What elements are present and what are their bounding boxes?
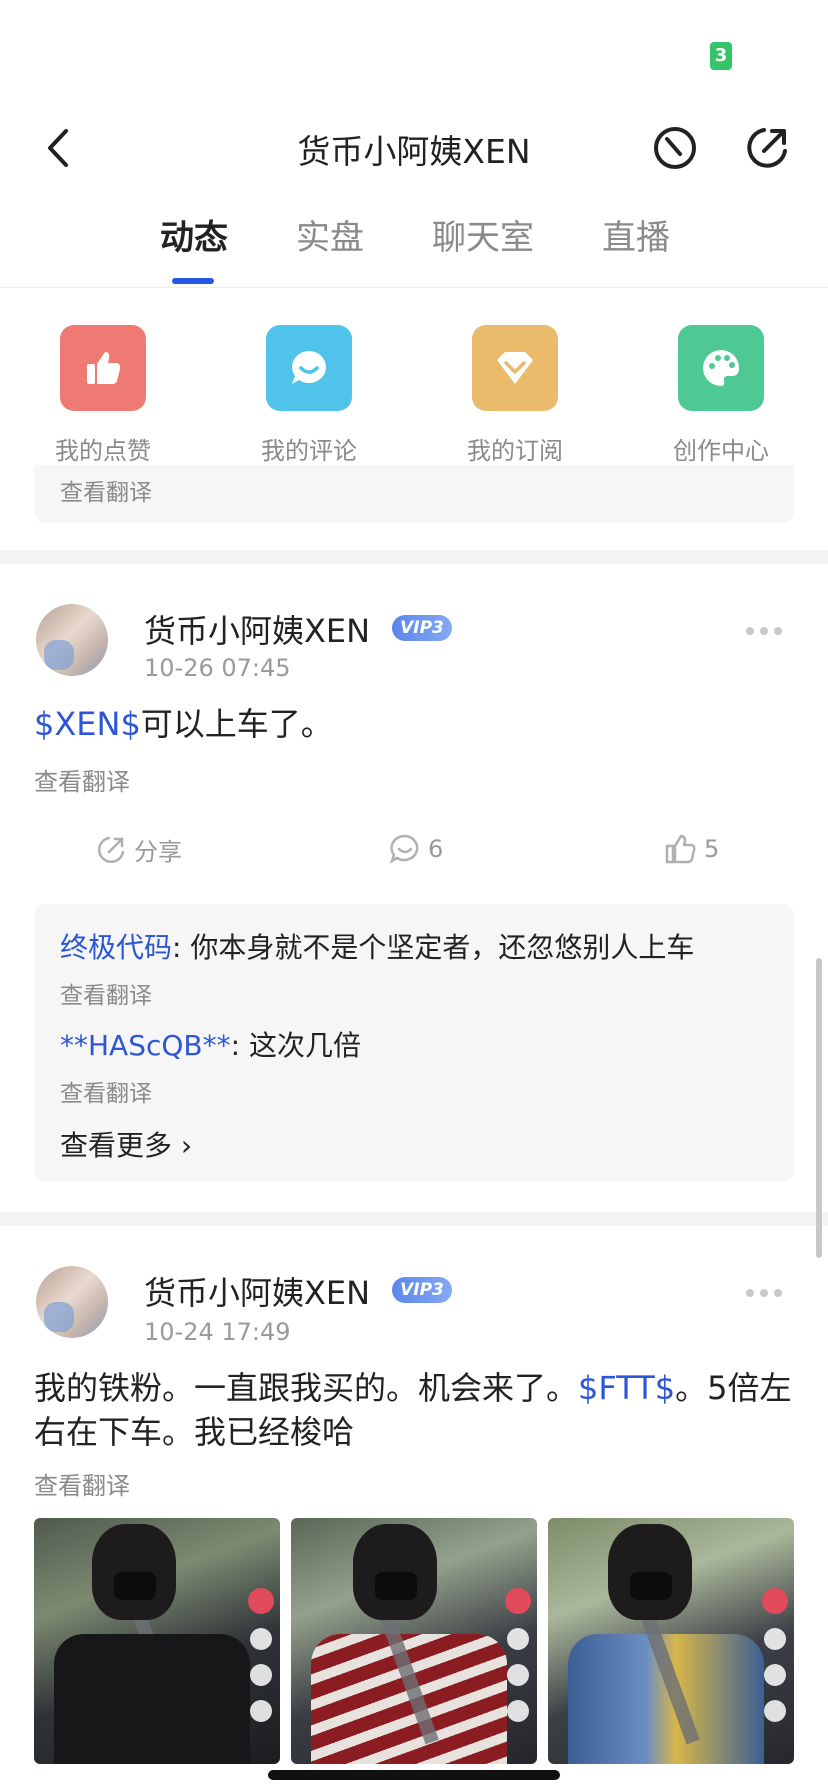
photo-thumbnail[interactable] — [548, 1518, 794, 1764]
comments-box: 终极代码: 你本身就不是个坚定者，还忽悠别人上车 查看翻译 **HAScQB**… — [34, 904, 794, 1182]
comment-user[interactable]: 终极代码 — [60, 931, 172, 964]
tab-bar: 动态 实盘 聊天室 直播 — [0, 210, 828, 288]
translate-link[interactable]: 查看翻译 — [34, 1466, 130, 1501]
nav-bar: 货币小阿姨XEN — [0, 105, 828, 191]
more-options-icon[interactable] — [746, 620, 788, 635]
chat-bubble-icon — [266, 325, 352, 411]
avatar[interactable] — [36, 604, 108, 676]
my-subscriptions-label: 我的订阅 — [467, 437, 563, 465]
avatar[interactable] — [36, 1266, 108, 1338]
post-divider — [0, 550, 828, 564]
ticker-link[interactable]: $XEN$ — [34, 705, 141, 743]
creator-center-label: 创作中心 — [673, 437, 769, 465]
share-icon[interactable] — [742, 123, 792, 173]
status-bar: 3 — [0, 0, 828, 90]
my-subscriptions-button[interactable]: 我的订阅 — [440, 325, 590, 466]
comment-button[interactable]: 6 — [388, 832, 443, 866]
share-button[interactable]: 分享 — [94, 832, 182, 867]
like-count: 5 — [704, 835, 720, 863]
thumbs-up-icon — [60, 325, 146, 411]
post-time: 10-26 07:45 — [144, 654, 291, 682]
tab-livestream[interactable]: 直播 — [602, 210, 670, 259]
previous-comment-box: 查看翻译 — [34, 465, 794, 523]
post-content: 我的铁粉。一直跟我买的。机会来了。$FTT$。5倍左右在下车。我已经梭哈 — [34, 1366, 792, 1454]
photo-thumbnail[interactable] — [34, 1518, 280, 1764]
post-text: 可以上车了。 — [140, 705, 333, 743]
comment-item[interactable]: **HAScQB**: 这次几倍 — [60, 1024, 361, 1064]
comment-count: 6 — [428, 835, 444, 863]
photo-grid — [34, 1518, 794, 1764]
like-button[interactable]: 5 — [664, 832, 719, 866]
my-likes-label: 我的点赞 — [55, 437, 151, 465]
vip-badge: VIP3 — [392, 1277, 452, 1303]
tab-live-trading[interactable]: 实盘 — [296, 210, 364, 259]
post-content: $XEN$可以上车了。 — [34, 702, 792, 746]
chevron-right-icon: › — [180, 1129, 193, 1162]
translate-link[interactable]: 查看翻译 — [34, 762, 130, 797]
diamond-icon — [472, 325, 558, 411]
my-comments-button[interactable]: 我的评论 — [234, 325, 384, 466]
comment-text: : 你本身就不是个坚定者，还忽悠别人上车 — [172, 931, 695, 964]
translate-link[interactable]: 查看翻译 — [60, 976, 152, 1010]
comment-icon — [389, 834, 419, 864]
post-author[interactable]: 货币小阿姨XEN — [144, 606, 370, 652]
post-actions: 分享 6 5 — [0, 832, 828, 882]
photo-thumbnail[interactable] — [291, 1518, 537, 1764]
ticker-link[interactable]: $FTT$ — [578, 1369, 675, 1407]
post-author[interactable]: 货币小阿姨XEN — [144, 1268, 370, 1314]
see-more-label: 查看更多 — [60, 1129, 173, 1162]
status-badge: 3 — [710, 42, 732, 70]
comment-text: : 这次几倍 — [230, 1029, 361, 1062]
tab-dynamic[interactable]: 动态 — [160, 210, 228, 259]
quick-actions: 我的点赞 我的评论 我的订阅 创作中心 — [0, 325, 828, 465]
see-more-link[interactable]: 查看更多 › — [60, 1124, 192, 1164]
scrollbar[interactable] — [816, 958, 822, 1258]
thumbs-up-icon — [665, 834, 696, 864]
tab-indicator — [172, 278, 214, 284]
page-title: 货币小阿姨XEN — [297, 132, 531, 171]
creator-center-button[interactable]: 创作中心 — [646, 325, 796, 466]
comment-user[interactable]: **HAScQB** — [60, 1029, 231, 1062]
more-options-icon[interactable] — [746, 1282, 788, 1297]
comment-item[interactable]: 终极代码: 你本身就不是个坚定者，还忽悠别人上车 — [60, 926, 694, 966]
post-text: 我的铁粉。一直跟我买的。机会来了。 — [34, 1369, 579, 1407]
vip-badge: VIP3 — [392, 615, 452, 641]
translate-link[interactable]: 查看翻译 — [60, 473, 152, 507]
share-label: 分享 — [134, 838, 182, 866]
my-likes-button[interactable]: 我的点赞 — [28, 325, 178, 466]
palette-icon — [678, 325, 764, 411]
home-indicator — [268, 1770, 560, 1780]
post-time: 10-24 17:49 — [144, 1318, 291, 1346]
share-icon — [97, 836, 125, 863]
block-icon[interactable] — [650, 123, 700, 173]
tab-chatroom[interactable]: 聊天室 — [432, 210, 534, 259]
post-divider — [0, 1212, 828, 1226]
my-comments-label: 我的评论 — [261, 437, 357, 465]
translate-link[interactable]: 查看翻译 — [60, 1074, 152, 1108]
